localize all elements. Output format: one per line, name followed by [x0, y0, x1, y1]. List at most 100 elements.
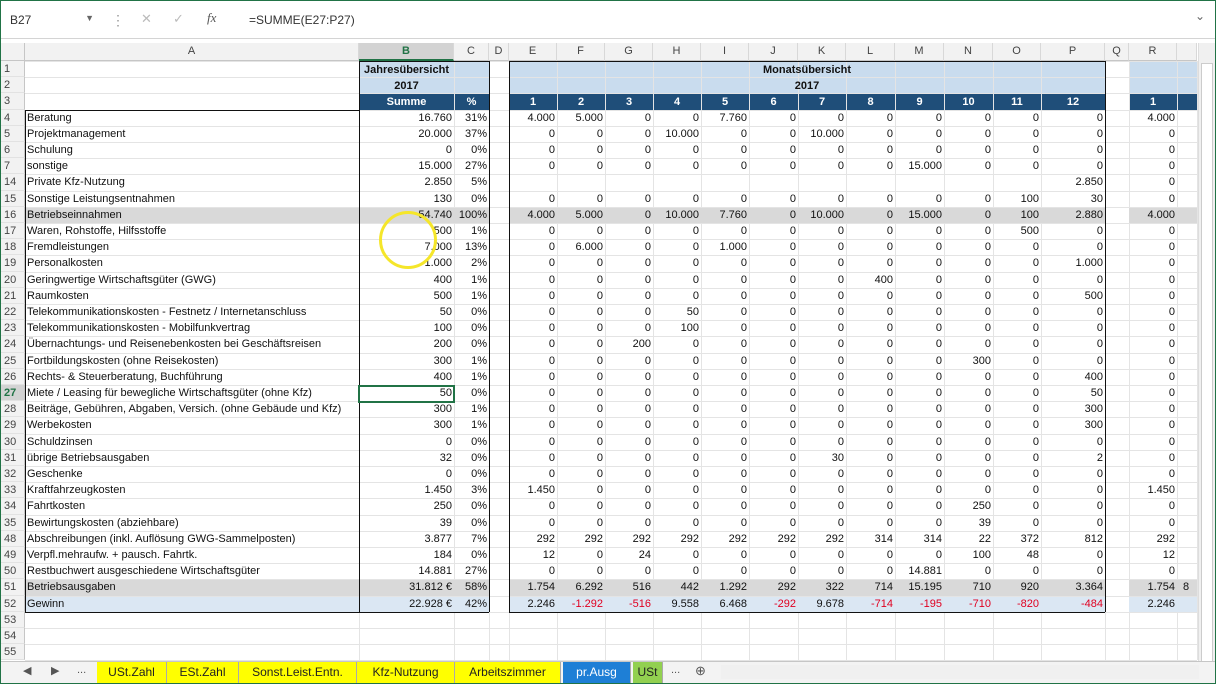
r-cell[interactable]: 0	[1129, 337, 1177, 353]
month-cell[interactable]: 0	[749, 354, 798, 370]
month-cell[interactable]: 0	[1041, 305, 1105, 321]
month-cell[interactable]: 0	[993, 467, 1041, 483]
month-cell[interactable]: 0	[944, 564, 993, 580]
row-header-33[interactable]: 33	[1, 482, 25, 499]
month-cell[interactable]: 0	[653, 516, 701, 532]
percent-cell[interactable]: 1%	[454, 273, 489, 289]
month-cell[interactable]: 0	[509, 499, 557, 515]
month-cell[interactable]: 0	[509, 127, 557, 143]
column-header-K[interactable]: K	[798, 43, 846, 61]
month-cell[interactable]: 0	[1041, 435, 1105, 451]
month-cell[interactable]: 0	[653, 143, 701, 159]
month-cell[interactable]: 0	[944, 127, 993, 143]
month-cell[interactable]: 0	[653, 370, 701, 386]
row-header-7[interactable]: 7	[1, 158, 25, 175]
column-header-M[interactable]: M	[895, 43, 944, 61]
month-cell[interactable]: 0	[701, 143, 749, 159]
month-cell[interactable]: 442	[653, 580, 701, 596]
month-cell[interactable]: 0	[798, 273, 846, 289]
summe-cell[interactable]: 0	[359, 435, 454, 451]
tab-arbeitszimmer[interactable]: Arbeitszimmer	[455, 662, 561, 683]
row-header-6[interactable]: 6	[1, 142, 25, 159]
summe-cell[interactable]: 300	[359, 402, 454, 418]
month-cell[interactable]: 0	[749, 305, 798, 321]
month-cell[interactable]: 0	[749, 337, 798, 353]
month-cell[interactable]: 0	[557, 370, 605, 386]
month-cell[interactable]: 0	[749, 111, 798, 127]
month-cell[interactable]: -292	[749, 597, 798, 613]
r-cell[interactable]: 12	[1129, 548, 1177, 564]
month-cell[interactable]: 0	[846, 321, 895, 337]
r-cell[interactable]: 0	[1129, 143, 1177, 159]
row-header-22[interactable]: 22	[1, 304, 25, 321]
month-cell[interactable]: 0	[509, 143, 557, 159]
month-cell[interactable]: 0	[653, 564, 701, 580]
row-label[interactable]: Rechts- & Steuerberatung, Buchführung	[25, 370, 359, 386]
tab-kfz-nutzung[interactable]: Kfz-Nutzung	[357, 662, 455, 683]
month-cell[interactable]: 0	[557, 256, 605, 272]
month-cell[interactable]: 500	[993, 224, 1041, 240]
row-label[interactable]: Geringwertige Wirtschaftsgüter (GWG)	[25, 273, 359, 289]
month-cell[interactable]: 0	[895, 516, 944, 532]
row-label[interactable]: Projektmanagement	[25, 127, 359, 143]
month-cell[interactable]: 0	[701, 418, 749, 434]
month-cell[interactable]: 0	[701, 289, 749, 305]
column-header-E[interactable]: E	[509, 43, 557, 61]
month-cell[interactable]: 0	[653, 467, 701, 483]
row-header-48[interactable]: 48	[1, 530, 25, 547]
month-cell[interactable]: 0	[749, 499, 798, 515]
row-header-4[interactable]: 4	[1, 109, 25, 126]
r-cell[interactable]: 0	[1129, 499, 1177, 515]
month-cell[interactable]: 0	[895, 451, 944, 467]
month-cell[interactable]: 0	[653, 224, 701, 240]
month-cell[interactable]: 0	[846, 483, 895, 499]
month-cell[interactable]: 0	[509, 418, 557, 434]
month-cell[interactable]: 10.000	[798, 208, 846, 224]
column-header-L[interactable]: L	[846, 43, 895, 61]
month-cell[interactable]: 0	[846, 516, 895, 532]
month-cell[interactable]: 0	[895, 499, 944, 515]
month-cell[interactable]: 0	[509, 516, 557, 532]
percent-cell[interactable]: 1%	[454, 402, 489, 418]
month-cell[interactable]: 0	[944, 370, 993, 386]
month-cell[interactable]: 0	[557, 127, 605, 143]
month-cell[interactable]: 0	[798, 305, 846, 321]
row-label[interactable]: Verpfl.mehraufw. + pausch. Fahrtk.	[25, 548, 359, 564]
month-cell[interactable]: 292	[749, 580, 798, 596]
month-cell[interactable]: 0	[557, 337, 605, 353]
r-cell[interactable]: 1.754	[1129, 580, 1177, 596]
month-cell[interactable]: 300	[1041, 418, 1105, 434]
percent-cell[interactable]: 0%	[454, 516, 489, 532]
month-cell[interactable]: 0	[1041, 337, 1105, 353]
row-header-26[interactable]: 26	[1, 368, 25, 385]
r-cell[interactable]: 0	[1129, 240, 1177, 256]
month-cell[interactable]: 0	[798, 354, 846, 370]
month-cell[interactable]: 0	[846, 499, 895, 515]
row-header-50[interactable]: 50	[1, 563, 25, 580]
month-cell[interactable]: 0	[993, 402, 1041, 418]
month-cell[interactable]: 0	[846, 224, 895, 240]
month-cell[interactable]: 0	[701, 273, 749, 289]
month-cell[interactable]: 0	[653, 435, 701, 451]
r-cell[interactable]: 0	[1129, 305, 1177, 321]
formula-input[interactable]: =SUMME(E27:P27)	[249, 13, 355, 27]
r-cell[interactable]: 0	[1129, 418, 1177, 434]
month-cell[interactable]: 100	[944, 548, 993, 564]
month-cell[interactable]: 0	[846, 370, 895, 386]
month-cell[interactable]: 0	[993, 564, 1041, 580]
month-cell[interactable]: 0	[701, 386, 749, 402]
percent-cell[interactable]: 1%	[454, 289, 489, 305]
month-cell[interactable]: 0	[605, 289, 653, 305]
month-cell[interactable]: 0	[944, 418, 993, 434]
percent-cell[interactable]: 58%	[454, 580, 489, 596]
month-cell[interactable]: 9.678	[798, 597, 846, 613]
month-cell[interactable]: 0	[557, 418, 605, 434]
month-cell[interactable]: -1.292	[557, 597, 605, 613]
r-cell[interactable]: 292	[1129, 532, 1177, 548]
percent-cell[interactable]: 0%	[454, 337, 489, 353]
month-cell[interactable]: 0	[798, 402, 846, 418]
percent-cell[interactable]: 1%	[454, 224, 489, 240]
row-header-24[interactable]: 24	[1, 336, 25, 353]
tab-more-left[interactable]: ...	[77, 664, 86, 676]
month-cell[interactable]: 250	[944, 499, 993, 515]
